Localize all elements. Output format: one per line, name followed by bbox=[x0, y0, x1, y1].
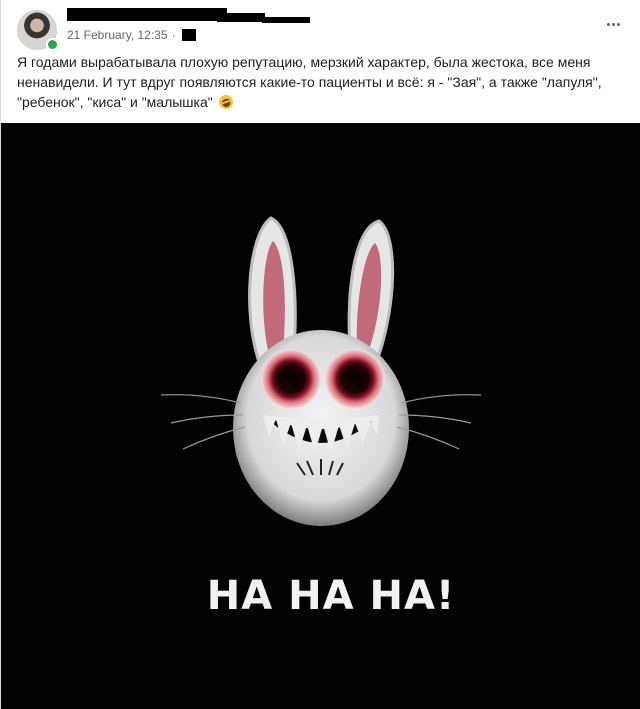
post-header: 21 February, 12:35 · bbox=[17, 8, 629, 51]
post-timestamp[interactable]: 21 February, 12:35 bbox=[67, 28, 168, 42]
author-name-redacted[interactable] bbox=[67, 8, 310, 23]
post-body: Я годами вырабатывала плохую репутацию, … bbox=[17, 52, 629, 112]
more-dot-icon bbox=[611, 22, 615, 26]
online-status-dot bbox=[46, 38, 59, 51]
more-dot-icon bbox=[616, 22, 620, 26]
more-dot-icon bbox=[606, 22, 610, 26]
more-options-button[interactable] bbox=[601, 14, 625, 34]
right-eye bbox=[325, 349, 385, 409]
rolling-on-floor-laughing-emoji bbox=[216, 93, 235, 111]
audience-icon-redacted[interactable] bbox=[181, 29, 196, 41]
left-eye bbox=[261, 349, 321, 409]
post-card: 21 February, 12:35 · Я годами вырабатыва… bbox=[0, 0, 640, 709]
meta-separator: · bbox=[171, 28, 176, 42]
scary-bunny-illustration: HA HA HA! bbox=[160, 216, 482, 619]
post-text: Я годами вырабатывала плохую репутацию, … bbox=[17, 54, 602, 110]
post-image[interactable]: HA HA HA! bbox=[1, 123, 640, 709]
post-meta: 21 February, 12:35 · bbox=[67, 28, 196, 42]
image-caption: HA HA HA! bbox=[207, 573, 455, 619]
